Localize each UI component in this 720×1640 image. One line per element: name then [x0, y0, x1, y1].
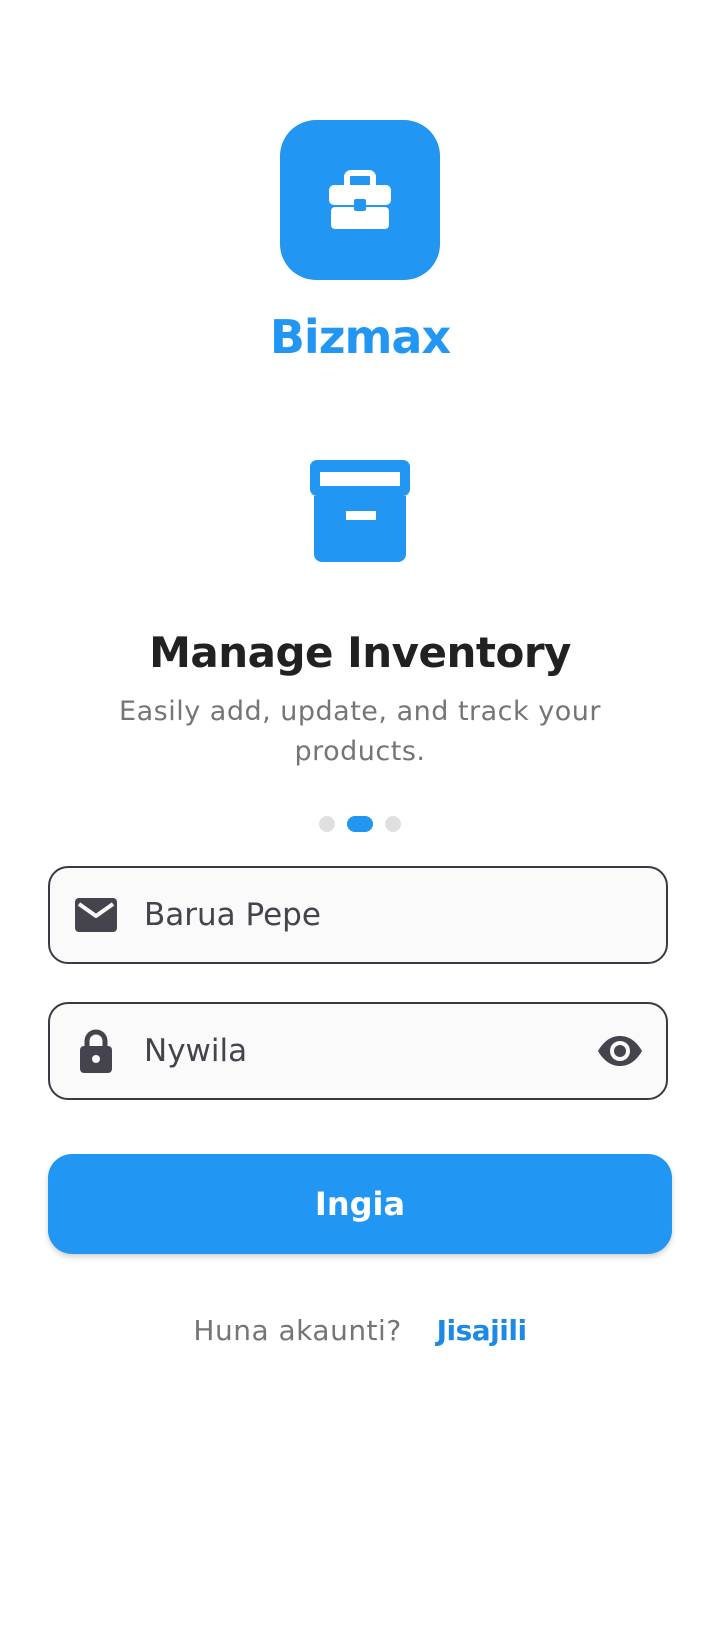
- app-logo: [280, 120, 440, 280]
- briefcase-icon: [329, 170, 391, 229]
- password-input[interactable]: [144, 1021, 594, 1081]
- email-input[interactable]: [144, 885, 666, 945]
- page-dot[interactable]: [385, 816, 401, 832]
- page-dot[interactable]: [319, 816, 335, 832]
- signup-prompt: Huna akaunti?: [193, 1314, 402, 1347]
- eye-icon[interactable]: [594, 1025, 646, 1077]
- password-field[interactable]: [48, 1002, 668, 1100]
- mail-icon: [72, 891, 120, 939]
- signup-row: Huna akaunti? Jisajili: [0, 1314, 720, 1347]
- lock-icon: [72, 1027, 120, 1075]
- feature-title: Manage Inventory: [149, 628, 571, 677]
- email-field[interactable]: [48, 866, 668, 964]
- signup-link[interactable]: Jisajili: [437, 1314, 527, 1347]
- archive-box-icon: [308, 460, 412, 564]
- page-indicator: [0, 816, 720, 832]
- page-dot-active[interactable]: [347, 816, 373, 832]
- login-button[interactable]: Ingia: [48, 1154, 672, 1254]
- login-screen: Bizmax Manage Inventory Easily add, upda…: [0, 0, 720, 1640]
- app-name: Bizmax: [269, 310, 451, 364]
- feature-description: Easily add, update, and track your produ…: [119, 696, 601, 767]
